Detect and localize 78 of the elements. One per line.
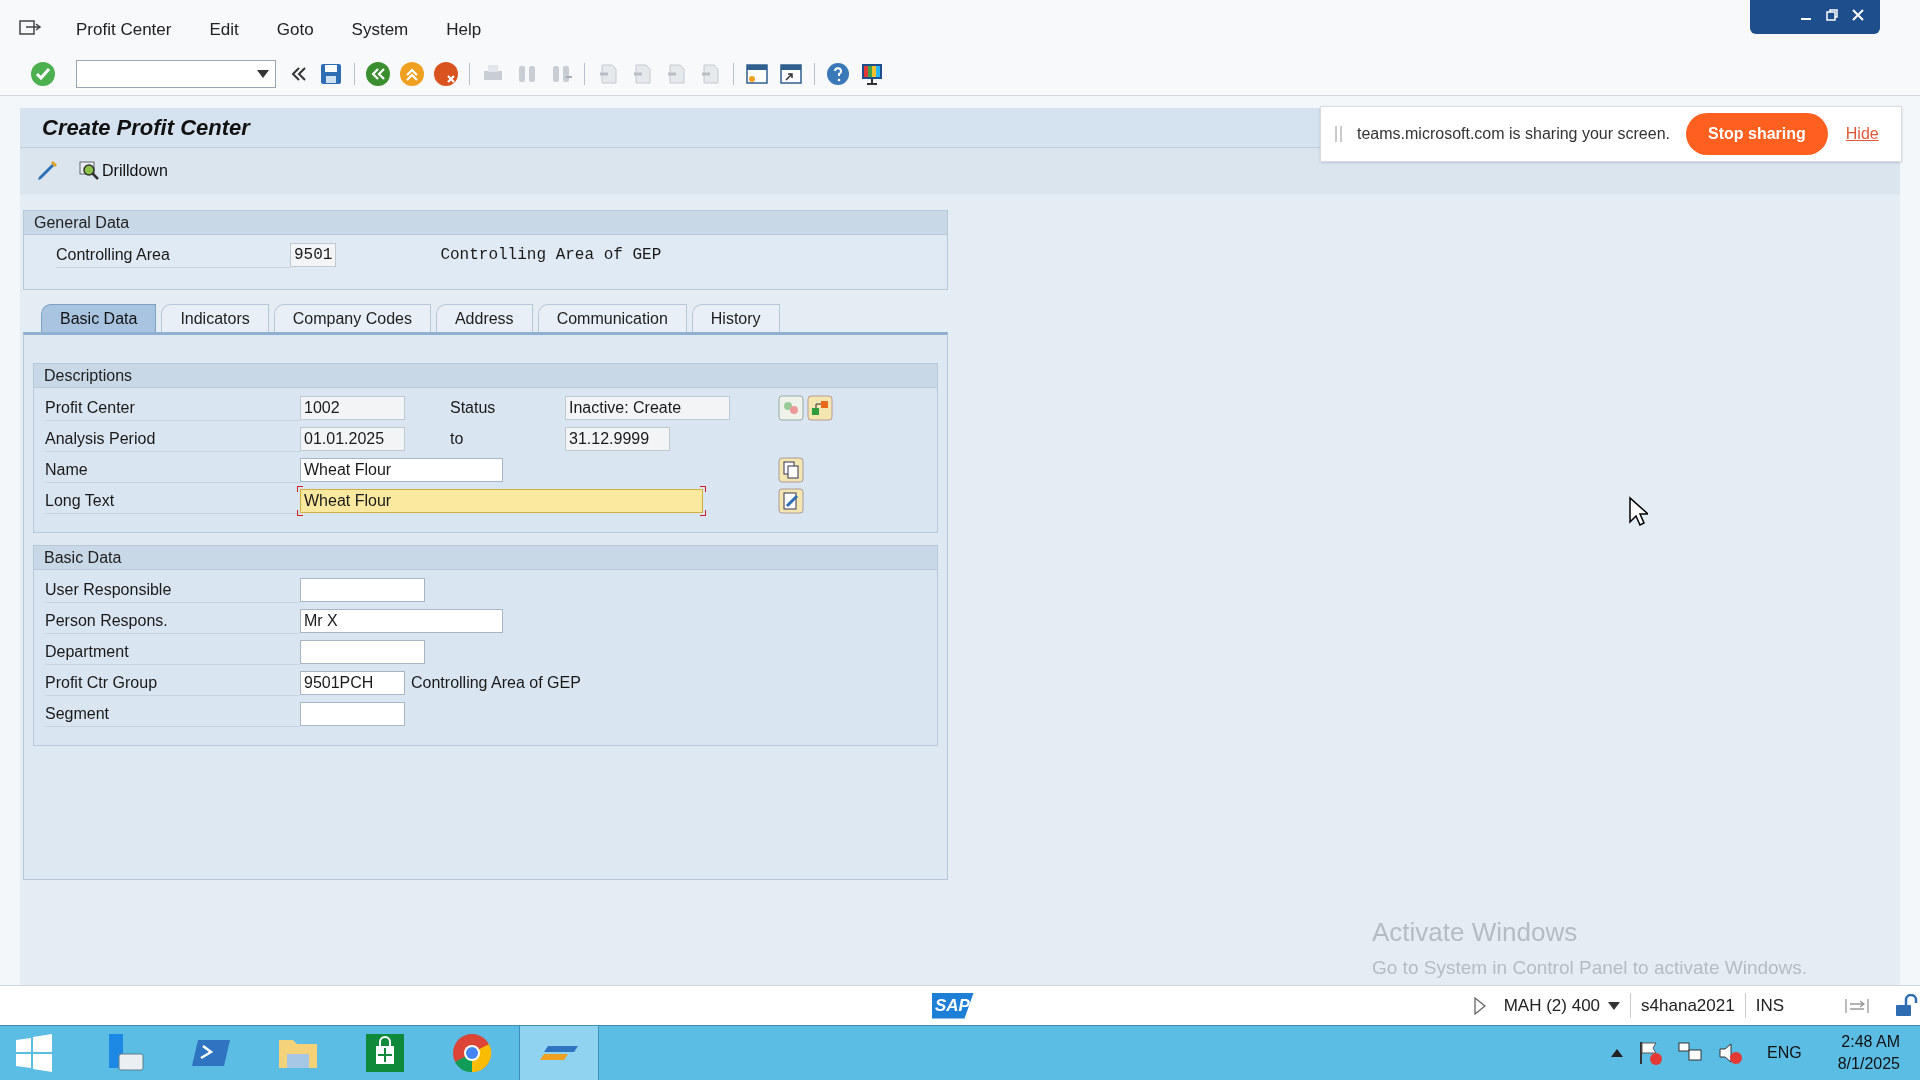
tab[interactable]: Company Codes <box>273 304 431 332</box>
browser-icon <box>451 1032 493 1074</box>
command-field[interactable] <box>76 59 276 88</box>
hide-link[interactable]: Hide <box>1845 122 1879 146</box>
back-icon[interactable] <box>365 60 391 87</box>
edit-icon[interactable] <box>778 488 804 514</box>
taskbar-button[interactable] <box>519 1026 599 1080</box>
input-field: 9501 <box>290 243 337 267</box>
layout-arrows-icon[interactable] <box>1844 996 1870 1015</box>
tab[interactable]: Communication <box>537 304 687 332</box>
cancel-icon[interactable] <box>433 60 459 87</box>
field-description: Controlling Area of GEP <box>440 245 662 266</box>
input-field[interactable] <box>300 702 405 726</box>
input-field[interactable] <box>300 578 425 602</box>
input-field[interactable]: Inactive: Create <box>565 396 730 420</box>
flag-icon[interactable] <box>1637 1040 1664 1066</box>
store-icon <box>364 1032 406 1074</box>
sap-logo: SAP <box>932 992 974 1019</box>
unlock-icon[interactable] <box>1894 993 1920 1018</box>
language-indicator[interactable]: ENG <box>1767 1041 1802 1065</box>
menu-item[interactable]: Profit Center <box>72 16 176 42</box>
section-title: Descriptions <box>44 365 133 386</box>
field-label: Department <box>45 639 300 665</box>
input-field[interactable]: 01.01.2025 <box>300 427 405 451</box>
field-label: Segment <box>45 701 300 727</box>
close-icon[interactable] <box>1850 7 1866 23</box>
field-label: User Responsible <box>45 577 300 603</box>
session-info: MAH (2) 400 <box>1503 994 1601 1017</box>
menu-item[interactable]: Goto <box>272 16 318 42</box>
start-icon[interactable] <box>14 1033 54 1073</box>
menu-icon[interactable] <box>18 18 42 38</box>
copy-icon[interactable] <box>778 457 804 483</box>
server-name: s4hana2021 <box>1630 992 1735 1019</box>
exit-icon[interactable] <box>399 60 425 87</box>
dropdown-icon[interactable] <box>257 69 269 78</box>
menu-item[interactable]: Edit <box>205 16 243 42</box>
window-title: Create Profit Center <box>42 114 250 142</box>
field-description: Controlling Area of GEP <box>411 673 581 693</box>
tab[interactable]: History <box>691 304 780 332</box>
tab[interactable]: Basic Data <box>41 304 157 332</box>
tab[interactable]: Indicators <box>161 304 269 332</box>
hierarchy-icon[interactable] <box>807 395 833 421</box>
field-label: Person Respons. <box>45 608 300 634</box>
input-mode: INS <box>1744 992 1784 1019</box>
input-field[interactable]: Wheat Flour <box>300 458 503 482</box>
input-field[interactable]: 9501PCH <box>300 671 405 695</box>
restore-icon[interactable] <box>1824 7 1840 23</box>
clock-date[interactable]: 8/1/2025 <box>1837 1053 1900 1075</box>
input-field[interactable]: Mr X <box>300 609 503 633</box>
input-field[interactable]: Wheat Flour <box>300 489 703 513</box>
field-label: Analysis Period <box>45 426 300 452</box>
field-label: Name <box>45 457 300 483</box>
grip-icon[interactable] <box>1335 126 1343 142</box>
input-field[interactable]: 31.12.9999 <box>565 427 670 451</box>
menu-item[interactable]: System <box>347 16 413 42</box>
check-icon[interactable] <box>30 60 56 87</box>
magnifier-icon <box>78 160 100 182</box>
drilldown-button[interactable]: Drilldown <box>78 159 168 183</box>
field-label: Controlling Area <box>56 242 290 268</box>
field-label: Status <box>450 398 497 418</box>
help-icon[interactable] <box>825 60 851 87</box>
section-title: Basic Data <box>44 547 122 568</box>
share-message: teams.microsoft.com is sharing your screen. <box>1357 124 1670 144</box>
field-label: Profit Ctr Group <box>45 670 300 696</box>
clock-time[interactable]: 2:48 AM <box>1841 1031 1900 1053</box>
field-label: Long Text <box>45 488 300 514</box>
dropdown-icon[interactable] <box>1608 1001 1621 1010</box>
field-label: to <box>450 429 465 449</box>
input-field[interactable]: 1002 <box>300 396 405 420</box>
volume-icon[interactable] <box>1717 1040 1744 1066</box>
cursor-icon <box>1628 496 1648 526</box>
field-label: Profit Center <box>45 395 300 421</box>
expand-icon[interactable] <box>1473 996 1486 1015</box>
chevron-up-icon[interactable] <box>1611 1049 1624 1057</box>
tab[interactable]: Address <box>435 304 533 332</box>
input-field[interactable] <box>300 640 425 664</box>
menu-item[interactable]: Help <box>442 16 486 42</box>
section-title: General Data <box>34 212 130 233</box>
